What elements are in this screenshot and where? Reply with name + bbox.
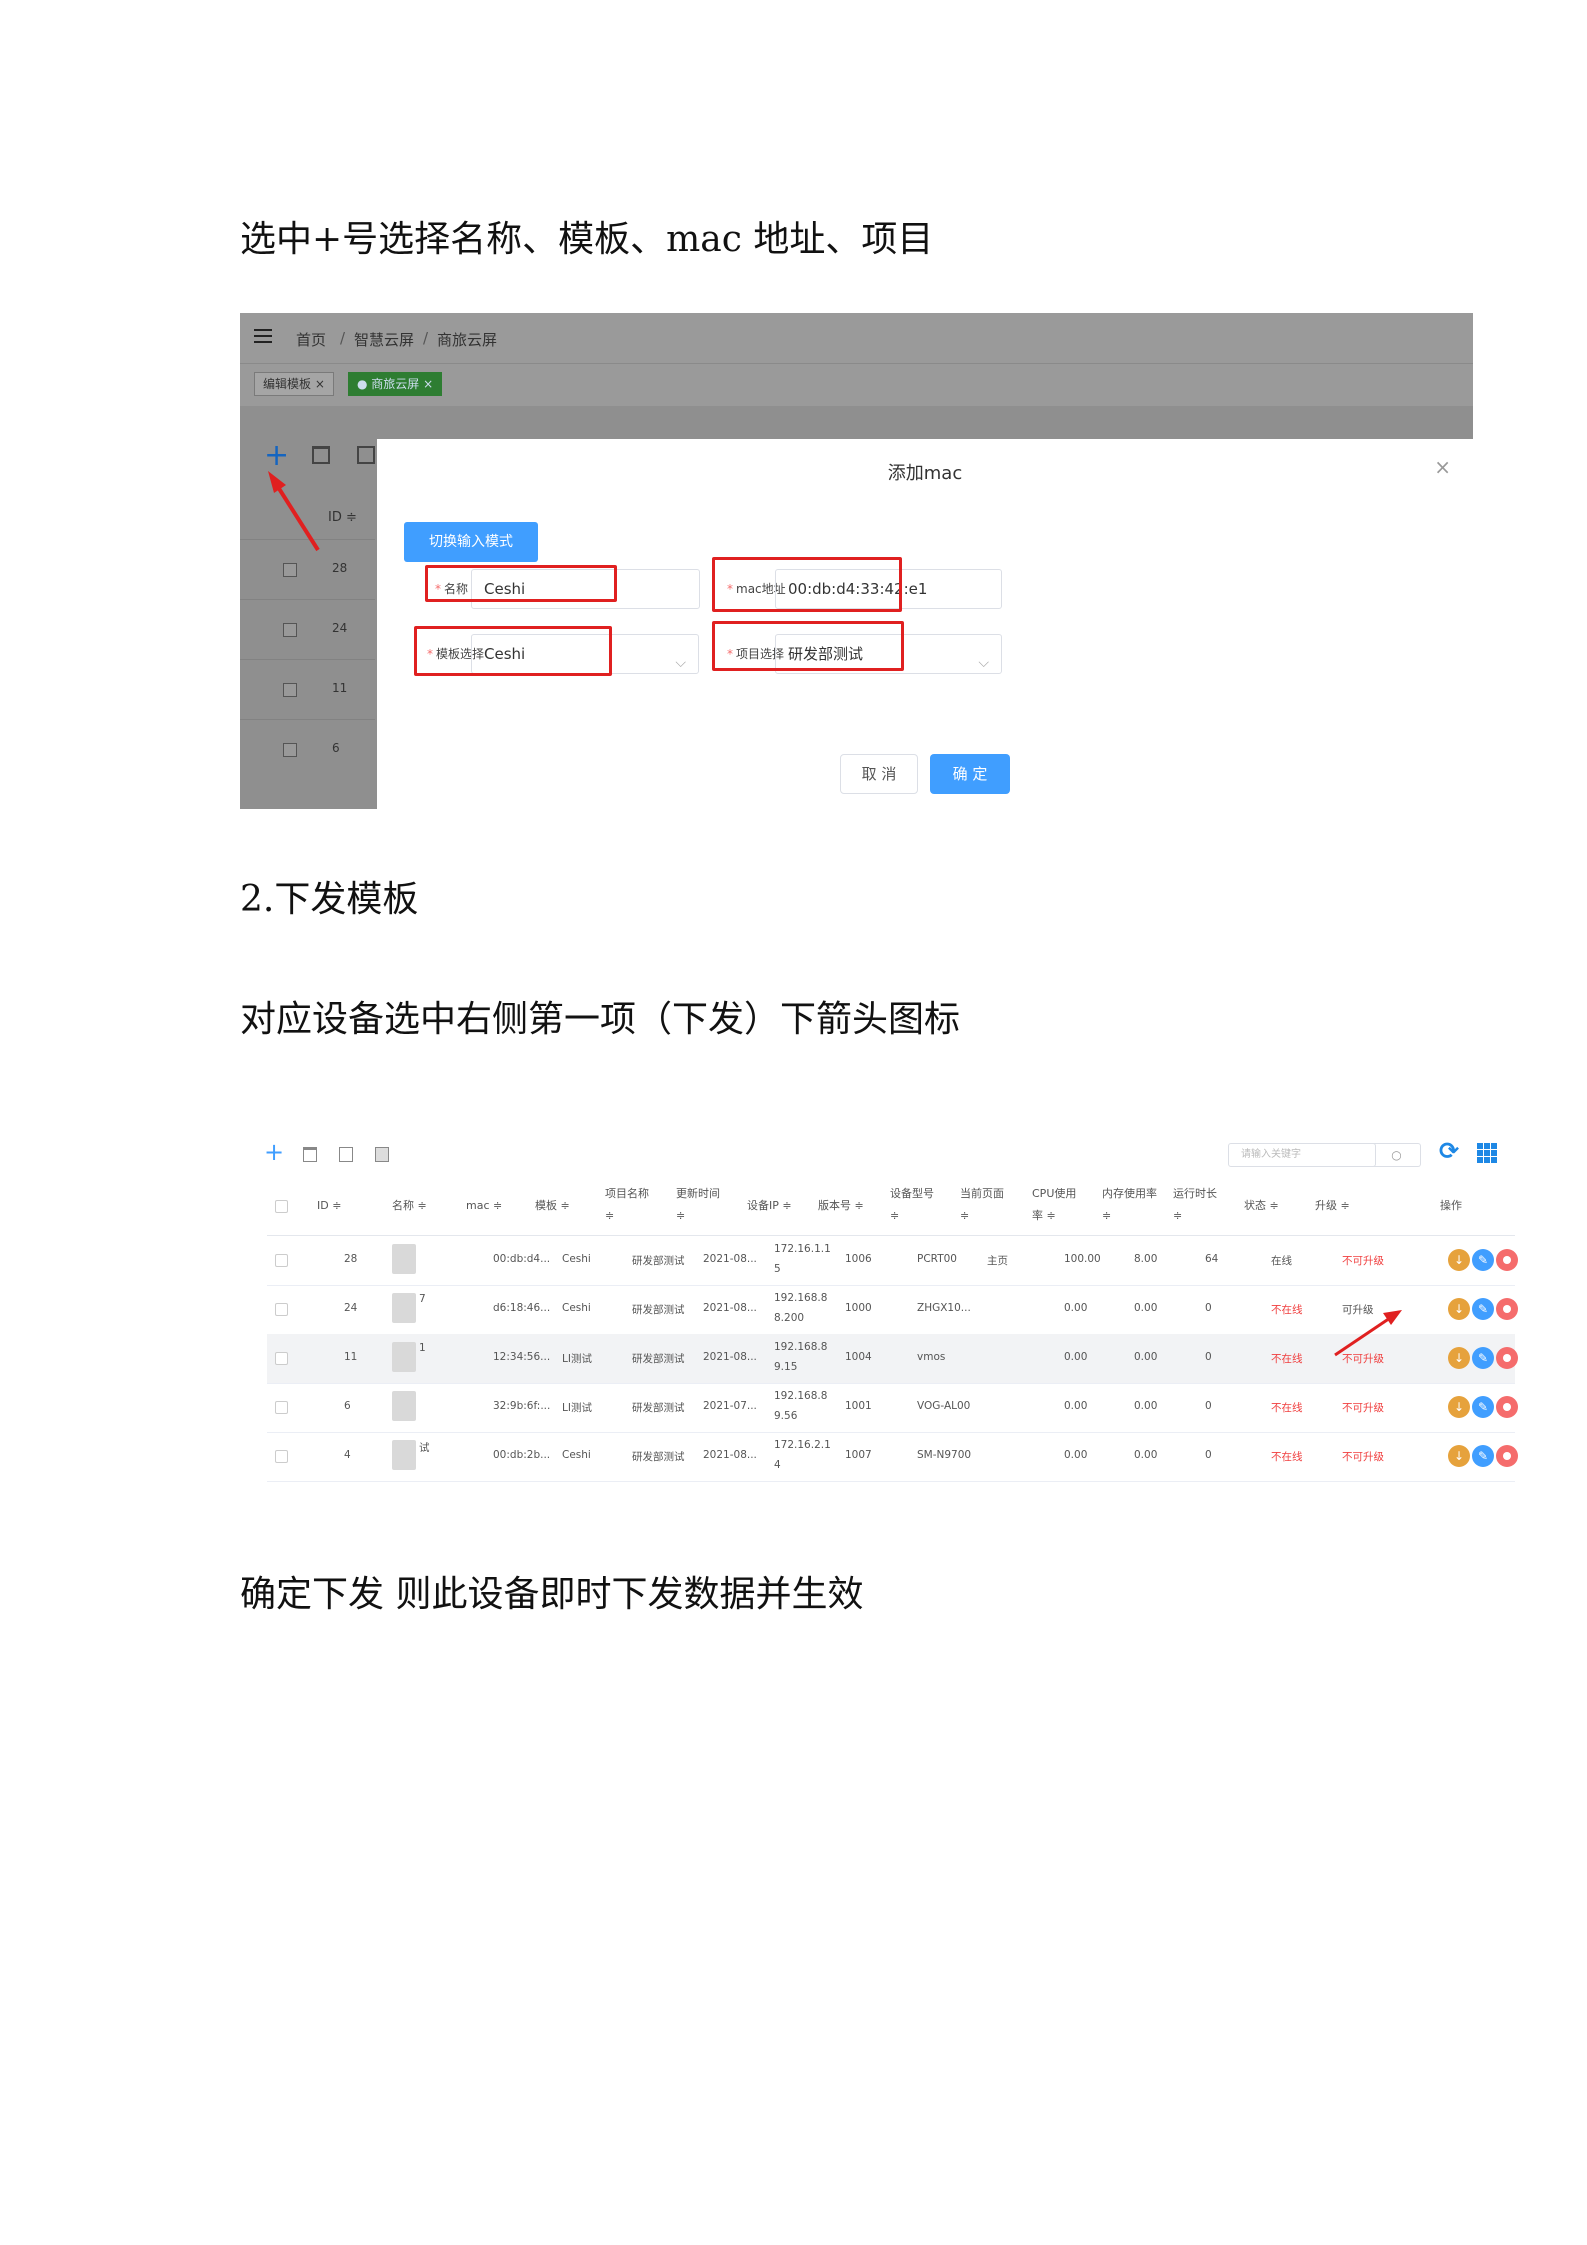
annotation-box-name [425, 565, 617, 602]
chevron-down-icon: ⌵ [675, 655, 686, 671]
row-id: 24 [332, 621, 348, 635]
cancel-button[interactable]: 取 消 [840, 754, 918, 794]
add-mac-modal: 添加mac × 切换输入模式 * 名称 Ceshi * mac地址 00:db:d4… [377, 439, 1473, 809]
annotation-box-mac [712, 557, 902, 612]
section-heading-push-template: 2.下发模板 [240, 879, 419, 920]
row-checkbox[interactable] [283, 623, 297, 637]
table-row: 24 [240, 599, 375, 660]
annotation-arrow [1334, 1310, 1402, 1357]
annotation-arrow [268, 471, 320, 552]
table-row: 11 [240, 659, 375, 720]
row-id: 11 [332, 681, 348, 695]
row-checkbox[interactable] [283, 683, 297, 697]
screenshot-add-mac-dialog: 首页 / 智慧云屏 / 商旅云屏 编辑模板 × ● 商旅云屏 × + ID ≑ … [240, 313, 1473, 809]
instruction-confirm-push: 确定下发 则此设备即时下发数据并生效 [240, 1574, 864, 1615]
row-checkbox[interactable] [283, 743, 297, 757]
table-row: 6 [240, 719, 375, 780]
annotation-box-template [414, 626, 612, 676]
close-icon[interactable]: × [1434, 455, 1451, 479]
annotation-box-project [712, 621, 904, 671]
instruction-push-template: 对应设备选中右侧第一项（下发）下箭头图标 [240, 999, 961, 1040]
instruction-add-mac: 选中+号选择名称、模板、mac 地址、项目 [240, 219, 934, 260]
breadcrumb-business-screen[interactable]: 商旅云屏 [437, 329, 497, 350]
row-id: 6 [332, 741, 340, 755]
chevron-down-icon: ⌵ [978, 655, 989, 671]
screenshot-device-table: + 请输入关键字 ○ ⟳ ID ≑ 名称 ≑ mac ≑ 模板 ≑ 项目名称 ≑… [240, 1105, 1518, 1485]
modal-title: 添加mac [887, 463, 963, 484]
confirm-button[interactable]: 确 定 [930, 754, 1010, 794]
